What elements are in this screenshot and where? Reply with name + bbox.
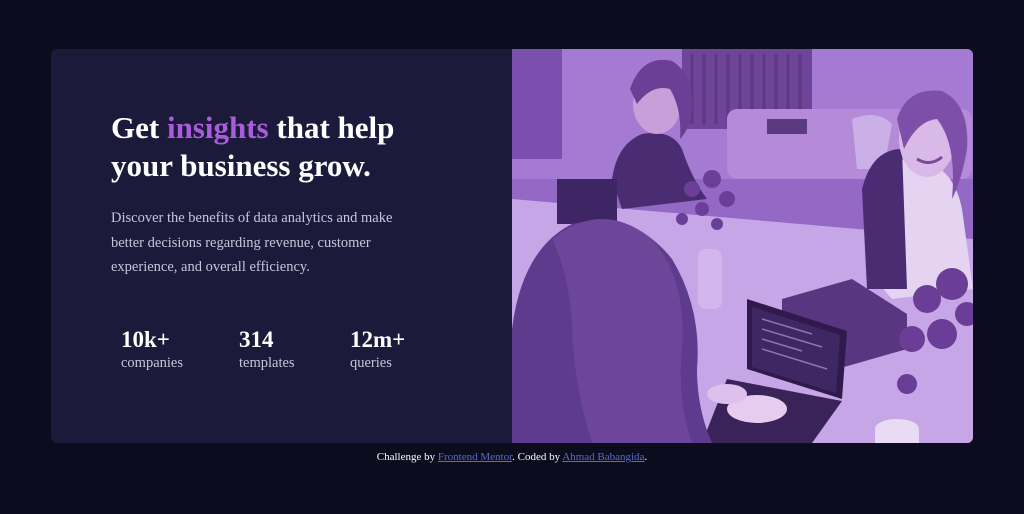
- stat-queries: 12m+ queries: [350, 327, 430, 373]
- hero-photo: [512, 49, 973, 443]
- stats-row: 10k+ companies 314 templates 12m+ querie…: [121, 327, 430, 373]
- stat-label: queries: [350, 355, 392, 371]
- attribution-prefix: Challenge by: [376, 451, 438, 463]
- stat-value: 314: [239, 327, 274, 352]
- attribution-footer: Challenge by Frontend Mentor. Coded by A…: [0, 451, 1024, 463]
- stat-value: 12m+: [350, 327, 406, 352]
- stat-label: companies: [121, 355, 184, 371]
- attribution-middle: . Coded by: [512, 451, 563, 463]
- frontend-mentor-link[interactable]: Frontend Mentor: [438, 451, 512, 463]
- attribution-suffix: .: [644, 451, 648, 463]
- card-text-section: Get insights that help your business gro…: [51, 49, 512, 443]
- stat-value: 10k+: [121, 327, 170, 352]
- stats-preview-card: Get insights that help your business gro…: [51, 49, 973, 443]
- description: Discover the benefits of data analytics …: [111, 210, 393, 275]
- author-link[interactable]: Ahmad Babangida: [562, 451, 644, 463]
- headline: Get insights that help your business gro…: [111, 109, 451, 185]
- headline-accent: insights: [166, 110, 269, 145]
- headline-before: Get: [111, 110, 167, 145]
- stat-label: templates: [239, 355, 295, 371]
- stat-companies: 10k+ companies: [121, 327, 239, 373]
- stat-templates: 314 templates: [239, 327, 350, 373]
- office-team-photo-illustration: [512, 49, 973, 443]
